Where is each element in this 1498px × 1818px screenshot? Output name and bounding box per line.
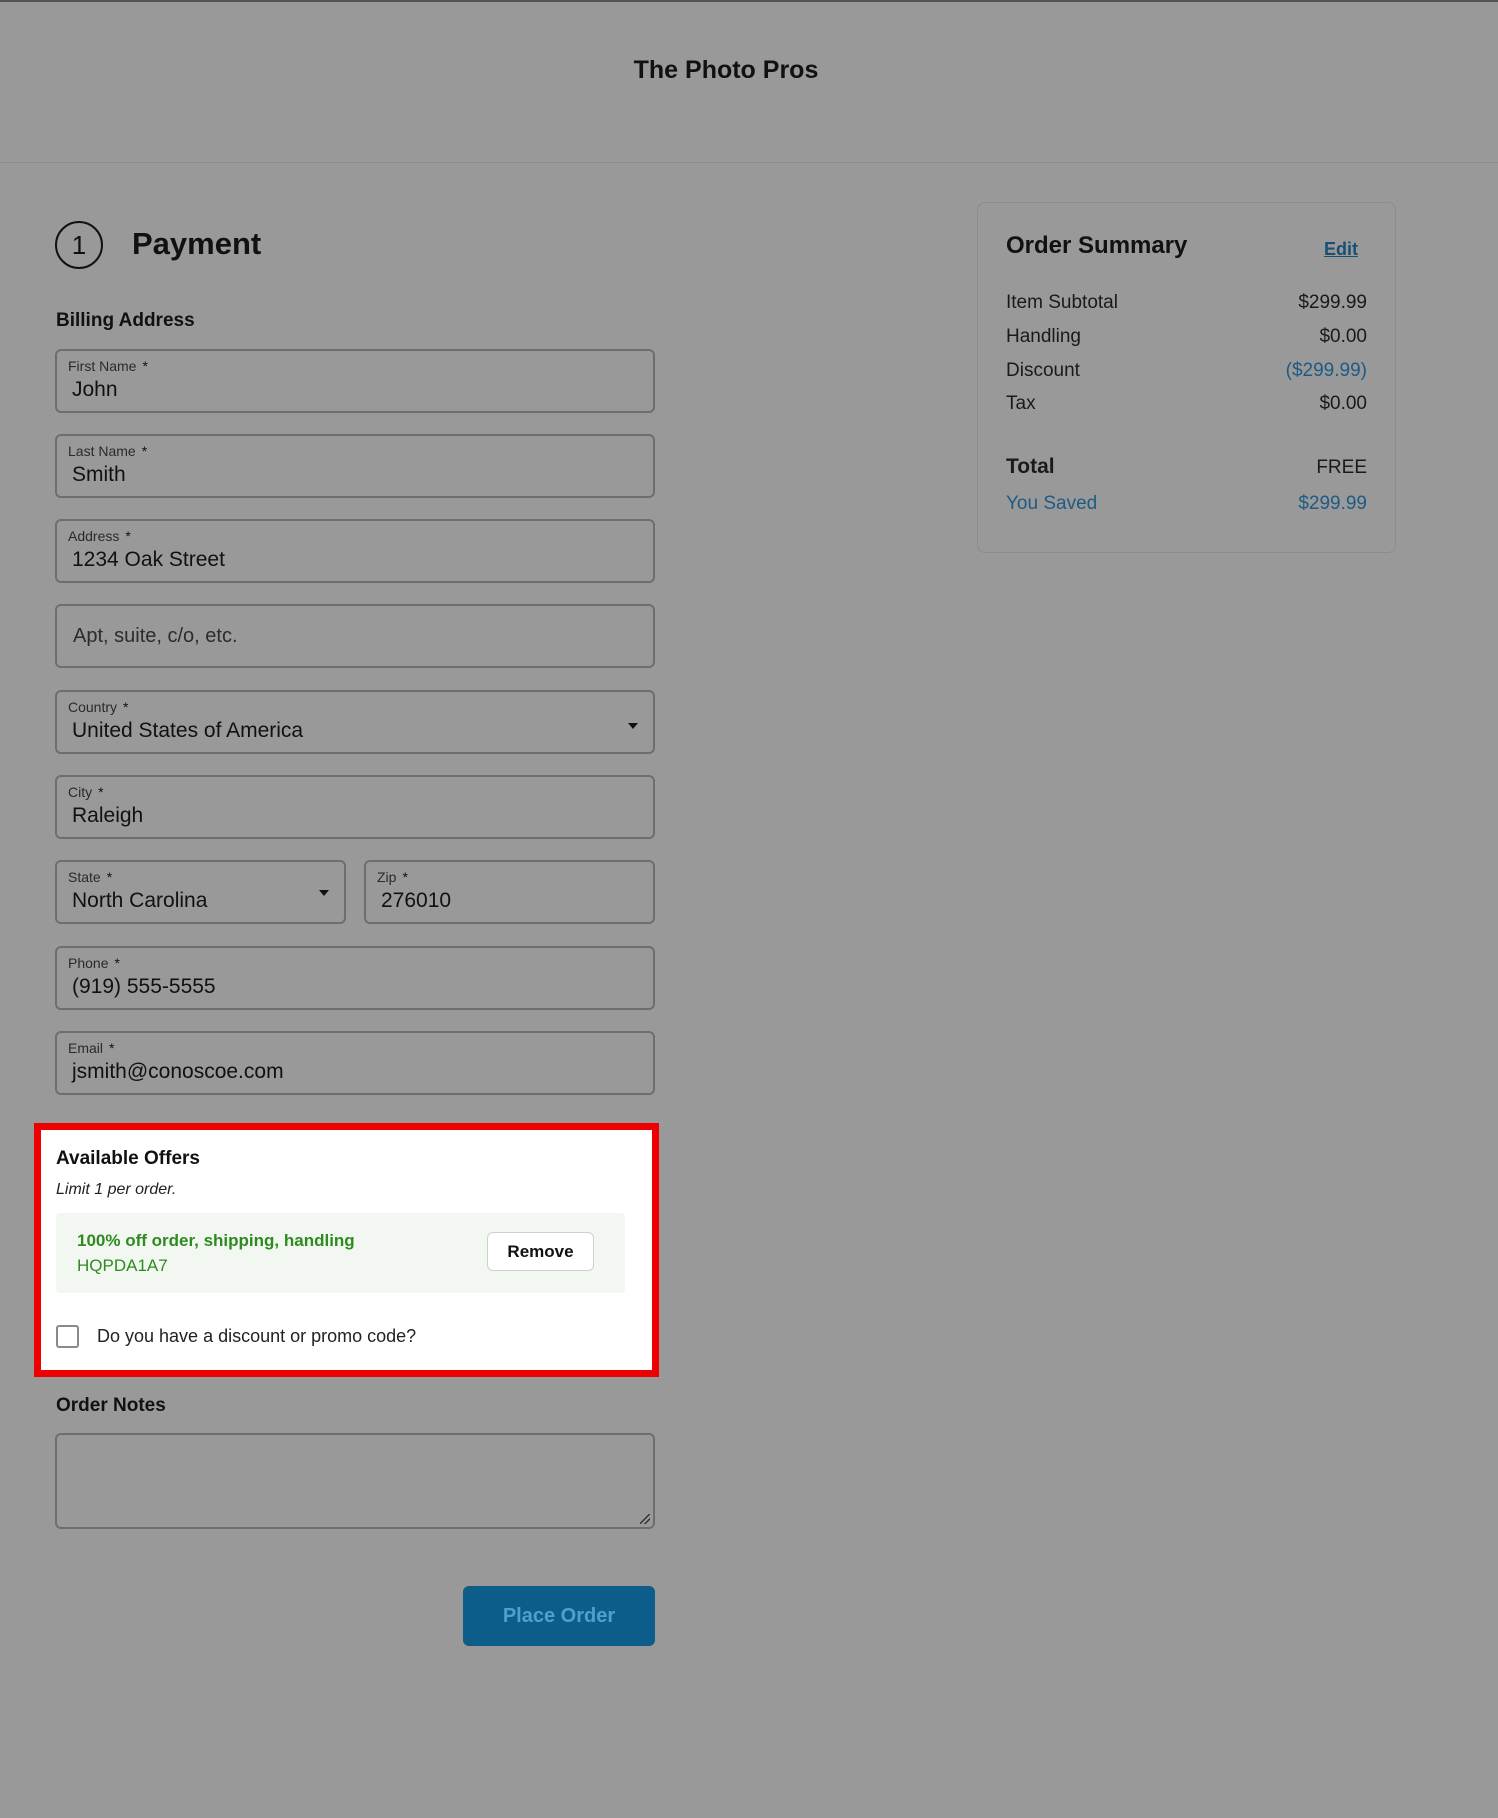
summary-row-label: Item Subtotal — [1006, 292, 1118, 313]
email-label: Email * — [68, 1040, 115, 1056]
state-value: North Carolina — [72, 889, 208, 912]
phone-field[interactable]: Phone * (919) 555-5555 — [55, 946, 655, 1010]
offer-description: 100% off order, shipping, handling — [77, 1231, 355, 1250]
summary-row-value: $299.99 — [1298, 292, 1367, 313]
remove-offer-button[interactable]: Remove — [487, 1232, 594, 1271]
summary-row-saved: You Saved $299.99 — [1006, 493, 1367, 515]
email-field[interactable]: Email * jsmith@conoscoe.com — [55, 1031, 655, 1095]
address-label: Address * — [68, 528, 131, 544]
zip-field[interactable]: Zip * 276010 — [364, 860, 655, 924]
summary-row-handling: Handling $0.00 — [1006, 326, 1367, 348]
order-notes-textarea[interactable] — [55, 1433, 655, 1529]
offers-limit-note: Limit 1 per order. — [56, 1181, 177, 1198]
total-label: Total — [1006, 455, 1055, 478]
last-name-label: Last Name * — [68, 443, 148, 459]
summary-row-label: Discount — [1006, 360, 1080, 381]
promo-code-label[interactable]: Do you have a discount or promo code? — [97, 1326, 416, 1347]
country-select[interactable]: Country * United States of America — [55, 690, 655, 754]
first-name-value: John — [72, 378, 118, 401]
summary-row-label: Handling — [1006, 326, 1081, 347]
city-value: Raleigh — [72, 804, 144, 827]
edit-order-link[interactable]: Edit — [1324, 239, 1358, 260]
phone-value: (919) 555-5555 — [72, 975, 216, 998]
billing-address-heading: Billing Address — [56, 310, 195, 331]
summary-row-total: Total FREE — [1006, 455, 1367, 479]
saved-value: $299.99 — [1298, 493, 1367, 514]
email-value: jsmith@conoscoe.com — [72, 1060, 284, 1083]
state-label: State * — [68, 869, 113, 885]
chevron-down-icon — [319, 890, 329, 896]
city-field[interactable]: City * Raleigh — [55, 775, 655, 839]
site-header: The Photo Pros — [0, 0, 1498, 163]
state-select[interactable]: State * North Carolina — [55, 860, 346, 924]
summary-row-value: $0.00 — [1319, 393, 1367, 414]
offer-code: HQPDA1A7 — [77, 1256, 168, 1275]
promo-code-checkbox[interactable] — [56, 1325, 79, 1348]
first-name-field[interactable]: First Name * John — [55, 349, 655, 413]
total-value: FREE — [1316, 457, 1367, 478]
country-value: United States of America — [72, 719, 304, 742]
zip-label: Zip * — [377, 869, 408, 885]
summary-row-subtotal: Item Subtotal $299.99 — [1006, 292, 1367, 314]
first-name-label: First Name * — [68, 358, 148, 374]
zip-value: 276010 — [381, 889, 452, 912]
offers-title: Available Offers — [56, 1148, 200, 1169]
place-order-button[interactable]: Place Order — [463, 1586, 655, 1646]
phone-label: Phone * — [68, 955, 120, 971]
order-summary-panel: Order Summary Edit Item Subtotal $299.99… — [977, 202, 1396, 553]
site-brand: The Photo Pros — [633, 56, 819, 84]
applied-offer-card: 100% off order, shipping, handling HQPDA… — [56, 1213, 625, 1293]
summary-row-tax: Tax $0.00 — [1006, 393, 1367, 415]
address-value: 1234 Oak Street — [72, 548, 225, 571]
chevron-down-icon — [628, 723, 638, 729]
step-number-badge: 1 — [55, 221, 103, 269]
address-field[interactable]: Address * 1234 Oak Street — [55, 519, 655, 583]
summary-row-value: $0.00 — [1319, 326, 1367, 347]
last-name-value: Smith — [72, 463, 126, 486]
order-notes-heading: Order Notes — [56, 1395, 166, 1416]
order-summary-title: Order Summary — [1006, 232, 1188, 259]
last-name-field[interactable]: Last Name * Smith — [55, 434, 655, 498]
city-label: City * — [68, 784, 104, 800]
page-title: Payment — [132, 226, 262, 261]
country-label: Country * — [68, 699, 129, 715]
summary-row-value: ($299.99) — [1285, 360, 1367, 381]
summary-row-discount: Discount ($299.99) — [1006, 360, 1367, 382]
address-line2-placeholder: Apt, suite, c/o, etc. — [73, 625, 238, 647]
address-line2-field[interactable]: Apt, suite, c/o, etc. — [55, 604, 655, 668]
resize-handle-icon[interactable] — [640, 1514, 650, 1524]
saved-label: You Saved — [1006, 493, 1098, 514]
summary-row-label: Tax — [1006, 393, 1036, 414]
available-offers-panel: Available Offers Limit 1 per order. 100%… — [34, 1123, 659, 1377]
